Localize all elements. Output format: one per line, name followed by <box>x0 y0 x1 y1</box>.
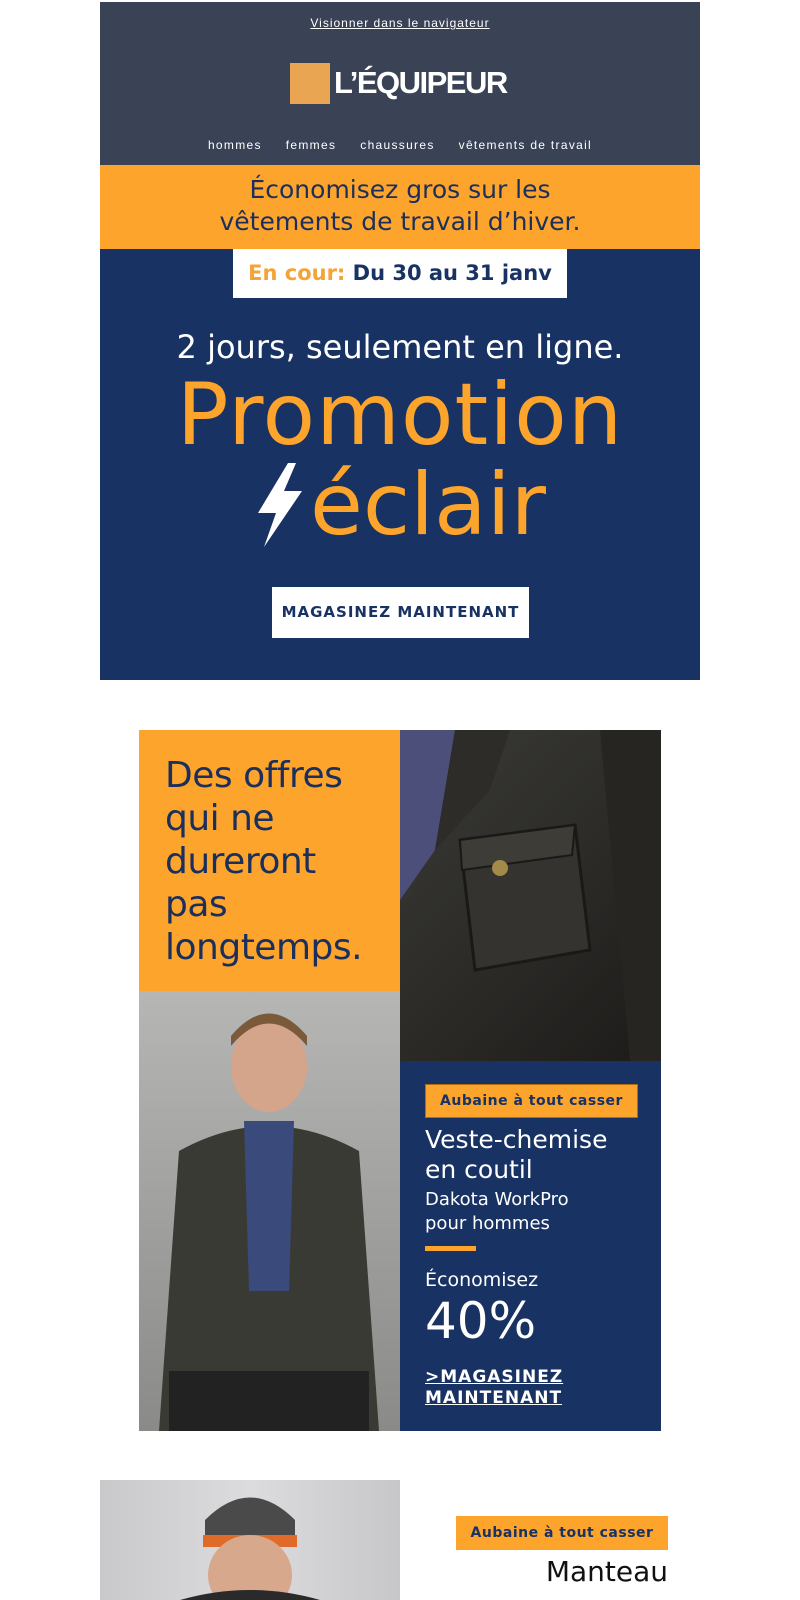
email-header: Visionner dans le navigateur L’ÉQUIPEUR … <box>100 2 700 165</box>
savings-banner-line1: Économisez gros sur les <box>249 175 551 204</box>
main-nav: hommes femmes chaussures vêtements de tr… <box>100 138 700 152</box>
limited-offers-line1: Des offres <box>165 755 343 796</box>
product-subtitle-line2: pour hommes <box>425 1213 550 1234</box>
flash-sale-hero: En cour: Du 30 au 31 janv 2 jours, seule… <box>100 249 700 680</box>
product-title: Veste-chemise en coutil <box>425 1125 655 1185</box>
savings-percentage: 40% <box>425 1292 537 1350</box>
nav-item-vetements-de-travail[interactable]: vêtements de travail <box>459 138 592 152</box>
limited-offers-heading: Des offres qui ne dureront pas longtemps… <box>139 730 400 991</box>
shop-now-link-line2: MAINTENANT <box>425 1388 563 1408</box>
hero-title-eclair: éclair <box>309 455 547 555</box>
beanie-model-illustration <box>180 1497 320 1600</box>
product-subtitle: Dakota WorkPro pour hommes <box>425 1188 655 1236</box>
logo-text: L’ÉQUIPEUR <box>334 65 508 100</box>
model-in-jacket-photo[interactable] <box>139 991 400 1431</box>
deal-badge-2: Aubaine à tout casser <box>456 1516 668 1550</box>
view-in-browser-link[interactable]: Visionner dans le navigateur <box>100 16 700 30</box>
jacket-closeup-illustration <box>400 730 661 1061</box>
brand-logo[interactable]: L’ÉQUIPEUR <box>290 62 508 104</box>
sale-dates-label: En cour: <box>248 261 346 285</box>
nav-item-hommes[interactable]: hommes <box>208 138 262 152</box>
lightning-bolt-icon <box>257 463 302 547</box>
shop-now-link-line1: >MAGASINEZ <box>425 1367 564 1387</box>
nav-item-chaussures[interactable]: chaussures <box>360 138 434 152</box>
hero-subheading: 2 jours, seulement en ligne. <box>176 328 624 366</box>
product-title-line1: Veste-chemise <box>425 1125 608 1154</box>
orange-divider <box>425 1246 476 1251</box>
shop-now-button[interactable]: MAGASINEZ MAINTENANT <box>272 587 529 638</box>
logo-mark-icon <box>290 62 330 104</box>
model-illustration <box>159 1013 379 1431</box>
product-subtitle-line1: Dakota WorkPro <box>425 1189 569 1210</box>
limited-offers-line2: qui ne <box>165 798 275 839</box>
sale-dates-box: En cour: Du 30 au 31 janv <box>233 249 567 298</box>
deal-badge: Aubaine à tout casser <box>425 1084 638 1118</box>
nav-item-femmes[interactable]: femmes <box>286 138 336 152</box>
sale-dates-range: Du 30 au 31 janv <box>352 261 552 285</box>
product-title-line2: en coutil <box>425 1155 533 1184</box>
model-beanie-photo[interactable] <box>100 1480 400 1600</box>
hero-title-promotion: Promotion <box>176 365 624 465</box>
product-title-2: Manteau <box>545 1555 668 1588</box>
savings-banner: Économisez gros sur les vêtements de tra… <box>100 165 700 249</box>
hero-title-eclair-row: éclair <box>100 459 700 551</box>
product-card-jacket-shirt: Des offres qui ne dureront pas longtemps… <box>139 730 661 1431</box>
savings-banner-line2: vêtements de travail d’hiver. <box>219 207 581 236</box>
deal-details-panel: Aubaine à tout casser Veste-chemise en c… <box>400 1061 661 1431</box>
limited-offers-line3: dureront <box>165 841 316 882</box>
limited-offers-line5: longtemps. <box>165 927 363 968</box>
jacket-closeup-photo[interactable] <box>400 730 661 1061</box>
savings-label: Économisez <box>425 1269 539 1291</box>
limited-offers-line4: pas <box>165 884 228 925</box>
shop-now-link[interactable]: >MAGASINEZ MAINTENANT <box>425 1367 645 1409</box>
